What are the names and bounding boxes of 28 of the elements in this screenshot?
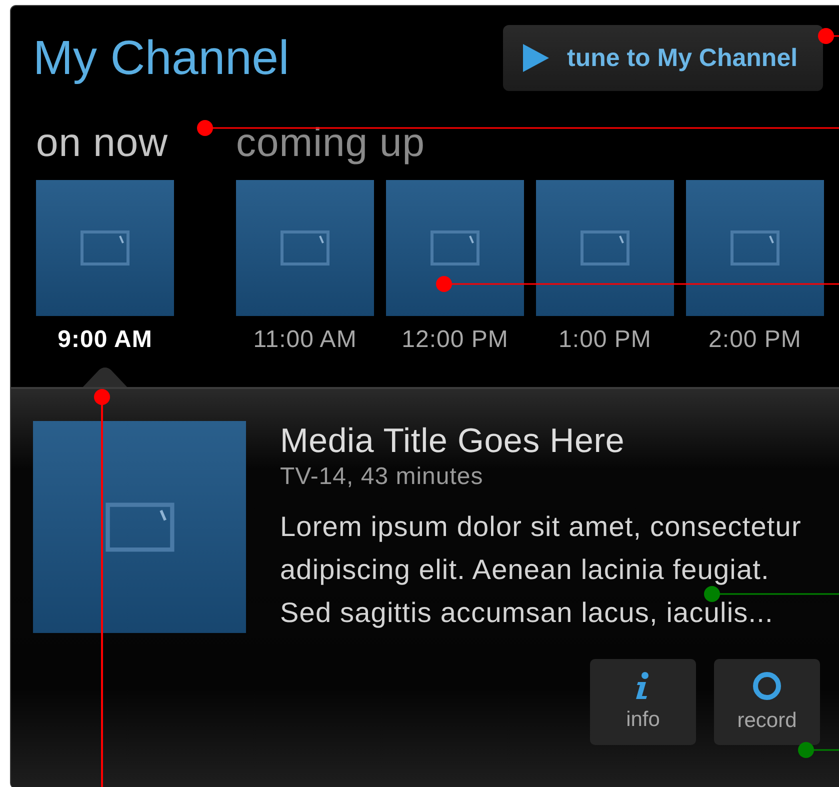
time-label: 2:00 PM <box>708 326 802 354</box>
screen-icon <box>104 502 174 552</box>
record-button[interactable]: record <box>714 659 820 745</box>
thumbnail[interactable] <box>236 180 374 316</box>
info-icon <box>635 672 651 700</box>
play-icon <box>523 44 549 72</box>
thumbnail[interactable] <box>536 180 674 316</box>
media-description: Lorem ipsum dolor sit amet, consectetur adipiscing elit. Aenean lacinia feugiat. Sed sagittis accumsan lacus, iaculis... <box>280 510 802 630</box>
section-heading: coming up <box>236 121 426 167</box>
screen-icon <box>580 230 630 266</box>
screen-icon <box>430 230 480 266</box>
thumbnail[interactable] <box>36 180 174 316</box>
time-label: 12:00 PM <box>402 326 508 354</box>
screen-icon <box>280 230 330 266</box>
time-label: 9:00 AM <box>58 326 152 354</box>
screen-icon <box>730 230 780 266</box>
info-button[interactable]: info <box>590 659 696 745</box>
time-label: 11:00 AM <box>253 326 357 354</box>
media-meta: TV-14, 43 minutes <box>280 463 484 491</box>
section-heading: on now <box>36 121 169 167</box>
channel-title: My Channel <box>33 30 290 86</box>
tune-button[interactable]: tune to My Channel <box>503 25 823 91</box>
time-label: 1:00 PM <box>558 326 652 354</box>
media-title: Media Title Goes Here <box>280 422 626 461</box>
screen-icon <box>80 230 130 266</box>
thumbnail[interactable] <box>386 180 524 316</box>
thumbnail[interactable] <box>686 180 824 316</box>
record-icon <box>752 671 782 701</box>
